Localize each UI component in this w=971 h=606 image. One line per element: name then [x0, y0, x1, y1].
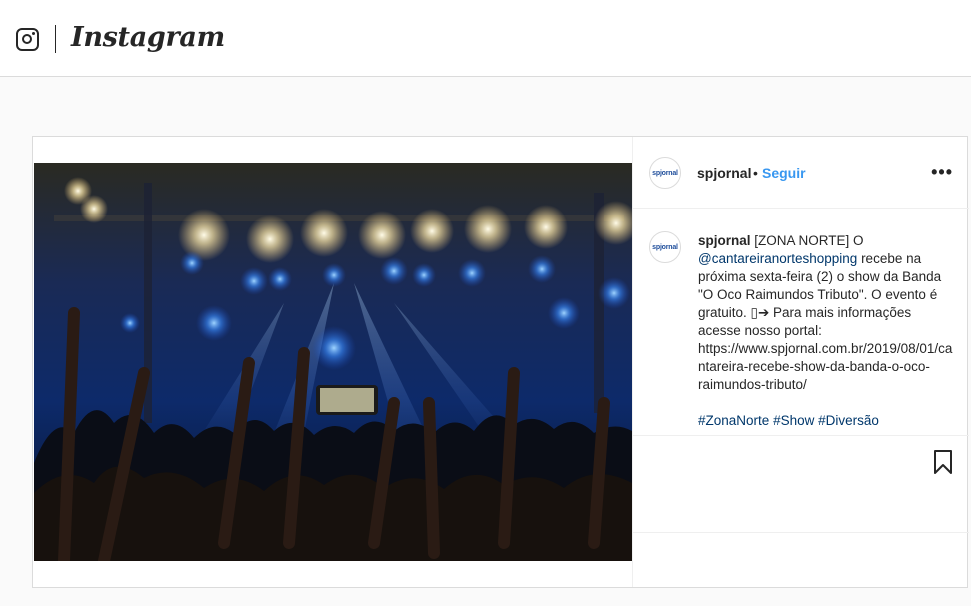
add-comment-area [633, 532, 969, 587]
author-username[interactable]: spjornal [697, 165, 751, 181]
post-image[interactable] [34, 163, 632, 561]
follow-button[interactable]: Seguir [762, 165, 806, 181]
post-card: spjornal spjornal • Seguir ••• spjornal … [32, 136, 969, 588]
instagram-wordmark[interactable]: Instagram [71, 22, 225, 53]
hashtag-link[interactable]: #Show [773, 413, 814, 428]
bookmark-icon[interactable] [933, 450, 953, 474]
instagram-glyph-icon[interactable] [16, 28, 39, 51]
caption-author-avatar[interactable]: spjornal [649, 231, 681, 263]
caption-emoji: ▯➔ [750, 305, 770, 320]
hashtag-link[interactable]: #ZonaNorte [698, 413, 769, 428]
more-options-icon[interactable]: ••• [931, 162, 953, 183]
avatar-text: spjornal [652, 169, 678, 177]
post-sidebar: spjornal spjornal • Seguir ••• spjornal … [632, 137, 969, 587]
caption-mention[interactable]: @cantareiranorteshopping [698, 251, 857, 266]
logo-divider [55, 25, 56, 53]
author-avatar[interactable]: spjornal [649, 157, 681, 189]
caption-username[interactable]: spjornal [698, 233, 751, 248]
follow-separator: • [753, 165, 758, 181]
post-header: spjornal spjornal • Seguir ••• [633, 137, 969, 209]
comments-section: spjornal spjornal [ZONA NORTE] O @cantar… [633, 209, 969, 435]
hashtag-link[interactable]: #Diversão [818, 413, 879, 428]
caption-text-1: [ZONA NORTE] O [754, 233, 864, 248]
top-navigation-bar: Instagram [0, 0, 971, 77]
post-actions [633, 435, 969, 532]
concert-photo [34, 163, 632, 561]
post-caption: spjornal [ZONA NORTE] O @cantareiranorte… [698, 232, 954, 430]
avatar-text: spjornal [652, 243, 678, 251]
